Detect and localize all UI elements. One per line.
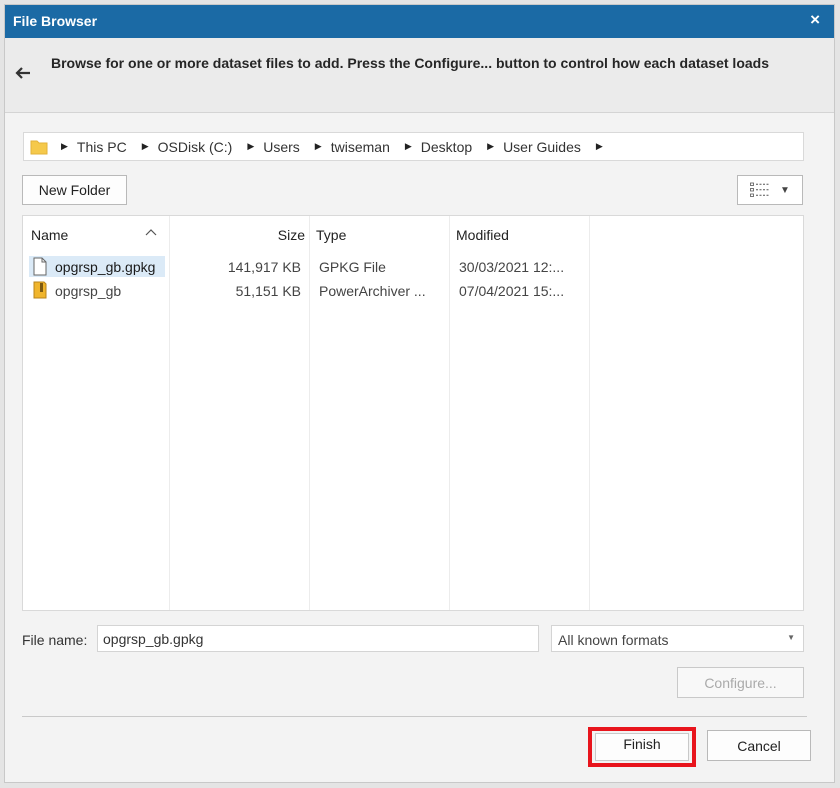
chevron-right-icon: ▶ <box>404 141 412 151</box>
file-format-select[interactable]: All known formats ▼ <box>551 625 804 652</box>
column-header-type[interactable]: Type <box>316 227 346 243</box>
sort-ascending-icon <box>145 229 157 236</box>
breadcrumb-label[interactable]: Users <box>263 139 300 155</box>
instruction-header: Browse for one or more dataset files to … <box>5 38 834 113</box>
file-format-value: All known formats <box>558 632 669 648</box>
folder-icon <box>30 140 48 155</box>
table-row[interactable]: opgrsp_gb.gpkg 141,917 KB GPKG File 30/0… <box>23 256 803 278</box>
file-type: PowerArchiver ... <box>319 283 426 299</box>
breadcrumb-label[interactable]: OSDisk (C:) <box>158 139 233 155</box>
file-size: 51,151 KB <box>235 283 301 299</box>
new-folder-button[interactable]: New Folder <box>22 175 127 205</box>
details-view-icon <box>750 182 770 197</box>
breadcrumb-item[interactable]: ▶ Desktop <box>402 139 484 155</box>
file-type: GPKG File <box>319 259 386 275</box>
breadcrumb-item[interactable]: ▶ OSDisk (C:) <box>139 139 245 155</box>
column-header-size[interactable]: Size <box>278 227 305 243</box>
breadcrumb-label[interactable]: User Guides <box>503 139 581 155</box>
finish-button[interactable]: Finish <box>588 727 696 760</box>
chevron-right-icon[interactable]: ▶ <box>596 141 603 152</box>
file-icon <box>33 257 47 276</box>
chevron-right-icon: ▶ <box>247 141 255 151</box>
file-modified: 07/04/2021 15:... <box>459 283 565 299</box>
chevron-right-icon: ▶ <box>314 141 322 151</box>
chevron-down-icon: ▼ <box>787 633 795 642</box>
file-size: 141,917 KB <box>227 259 301 275</box>
configure-button[interactable]: Configure... <box>677 667 804 698</box>
breadcrumb-label[interactable]: This PC <box>77 139 127 155</box>
column-header-modified[interactable]: Modified <box>456 227 509 243</box>
table-row[interactable]: opgrsp_gb 51,151 KB PowerArchiver ... 07… <box>23 280 803 302</box>
file-name-label: File name: <box>22 632 88 648</box>
close-icon[interactable]: × <box>810 10 820 30</box>
breadcrumb-item[interactable]: ▶ This PC <box>58 139 139 155</box>
instruction-text: Browse for one or more dataset files to … <box>51 55 769 71</box>
file-name[interactable]: opgrsp_gb <box>55 283 121 299</box>
cancel-button[interactable]: Cancel <box>707 730 811 761</box>
archive-icon <box>33 281 47 299</box>
breadcrumb-item[interactable]: ▶ Users <box>244 139 311 155</box>
file-modified: 30/03/2021 12:... <box>459 259 565 275</box>
chevron-right-icon: ▶ <box>141 141 149 151</box>
breadcrumb-label[interactable]: twiseman <box>331 139 390 155</box>
chevron-right-icon: ▶ <box>487 141 495 151</box>
window-title: File Browser <box>13 13 98 29</box>
chevron-down-icon: ▼ <box>780 184 790 196</box>
breadcrumb-item[interactable]: ▶ User Guides <box>484 139 593 155</box>
file-name-input[interactable] <box>97 625 539 652</box>
file-browser-dialog: File Browser × Browse for one or more da… <box>4 4 835 783</box>
footer-divider <box>22 716 807 717</box>
chevron-right-icon: ▶ <box>61 141 68 151</box>
arrow-left-icon[interactable] <box>13 63 33 83</box>
file-name[interactable]: opgrsp_gb.gpkg <box>55 259 155 275</box>
breadcrumb[interactable]: ▶ This PC ▶ OSDisk (C:) ▶ Users ▶ twiseman ▶… <box>23 132 804 161</box>
view-mode-button[interactable]: ▼ <box>737 175 803 205</box>
column-header-name[interactable]: Name <box>31 227 68 243</box>
breadcrumb-label[interactable]: Desktop <box>421 139 472 155</box>
file-list[interactable]: Name Size Type Modified opgrsp_gb.gpkg 1… <box>22 215 804 611</box>
breadcrumb-items: ▶ This PC ▶ OSDisk (C:) ▶ Users ▶ twiseman ▶… <box>58 133 612 160</box>
breadcrumb-item[interactable]: ▶ twiseman <box>312 139 402 155</box>
title-bar: File Browser × <box>5 5 834 38</box>
